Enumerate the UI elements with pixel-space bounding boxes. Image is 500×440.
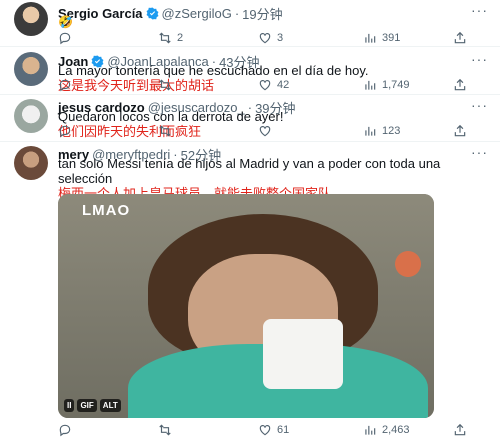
retweet-count: 2: [177, 32, 184, 44]
reply-icon: [59, 125, 71, 138]
retweet-icon: [159, 125, 171, 137]
tweet-mery[interactable]: mery @meryftpedri · 52分钟 ··· tan solo Me…: [0, 142, 500, 440]
heart-icon: [259, 126, 271, 137]
view-count: 123: [382, 125, 401, 137]
views-button[interactable]: 1,749: [363, 78, 410, 92]
alt-text-button[interactable]: ALT: [99, 399, 121, 412]
tweet-header: Sergio García @zSergiloG · 19分钟: [58, 4, 283, 23]
retweet-button[interactable]: [158, 423, 177, 437]
view-count: 2,463: [382, 424, 410, 436]
like-button[interactable]: 3: [258, 31, 283, 45]
gif-media[interactable]: LMAO II GIF ALT: [58, 194, 434, 418]
like-button[interactable]: 61: [258, 423, 289, 437]
avatar[interactable]: [14, 52, 48, 86]
tweet-body: Quedaron locos con la derrota de ayer!: [58, 109, 284, 124]
action-bar: 61 2,463: [58, 423, 478, 437]
reply-icon: [59, 79, 71, 92]
reply-icon: [59, 32, 71, 45]
views-button[interactable]: 123: [363, 124, 400, 138]
share-icon[interactable]: [453, 31, 467, 45]
reply-icon: [59, 424, 71, 437]
retweet-icon: [159, 32, 171, 44]
reply-button[interactable]: [58, 31, 77, 45]
retweet-button[interactable]: [158, 124, 177, 138]
like-count: 61: [277, 424, 290, 436]
more-options-icon[interactable]: ···: [471, 2, 488, 18]
heart-icon: [259, 425, 271, 436]
decor-shape: [378, 234, 434, 294]
retweet-icon: [159, 79, 171, 91]
tweet-joan[interactable]: Joan @JoanLapalanca · 43分钟 ··· La mayor …: [0, 47, 500, 95]
separator: ·: [234, 6, 240, 21]
retweet-icon: [159, 424, 171, 436]
share-icon[interactable]: [453, 423, 467, 437]
heart-icon: [259, 33, 271, 44]
view-count: 1,749: [382, 79, 410, 91]
reply-button[interactable]: [58, 124, 77, 138]
retweet-button[interactable]: 2: [158, 31, 183, 45]
like-button[interactable]: 42: [258, 78, 289, 92]
reply-button[interactable]: [58, 78, 77, 92]
avatar[interactable]: [14, 2, 48, 36]
tweet-body: tan solo Messi tenía de hijos al Madrid …: [58, 156, 441, 186]
gif-badge: GIF: [77, 399, 97, 412]
reply-button[interactable]: [58, 423, 77, 437]
views-button[interactable]: 391: [363, 31, 400, 45]
avatar[interactable]: [14, 99, 48, 133]
views-icon: [365, 33, 376, 43]
views-icon: [365, 80, 376, 90]
heart-icon: [259, 80, 271, 91]
more-options-icon[interactable]: ···: [471, 144, 488, 160]
avatar[interactable]: [14, 146, 48, 180]
like-count: 3: [277, 32, 284, 44]
tweet-jesus[interactable]: jesus cardozo @jesuscardozo_ · 39分钟 ··· …: [0, 95, 500, 142]
gif-mug: [263, 319, 343, 389]
timestamp[interactable]: 19分钟: [242, 4, 282, 23]
share-icon[interactable]: [453, 124, 467, 138]
like-button[interactable]: [258, 124, 277, 138]
tweet-body: La mayor tontería que he escuchado en el…: [58, 63, 369, 78]
views-icon: [365, 126, 376, 136]
action-bar: 2 3 391: [58, 31, 478, 45]
view-count: 391: [382, 32, 401, 44]
tweet-emoji: 🤣: [58, 15, 73, 29]
pause-button[interactable]: II: [64, 399, 75, 412]
like-count: 42: [277, 79, 290, 91]
retweet-button[interactable]: [158, 78, 177, 92]
share-icon[interactable]: [453, 78, 467, 92]
gif-controls: II GIF ALT: [64, 399, 121, 412]
action-bar: 123: [58, 124, 478, 138]
tweet-sergio[interactable]: Sergio García @zSergiloG · 19分钟 ··· 🤣 2 …: [0, 0, 500, 47]
author-handle[interactable]: @zSergiloG: [162, 6, 232, 21]
gif-overlay-text: LMAO: [82, 202, 131, 219]
verified-icon: [146, 7, 159, 20]
views-button[interactable]: 2,463: [363, 423, 410, 437]
views-icon: [365, 425, 376, 435]
action-bar: 42 1,749: [58, 78, 478, 92]
